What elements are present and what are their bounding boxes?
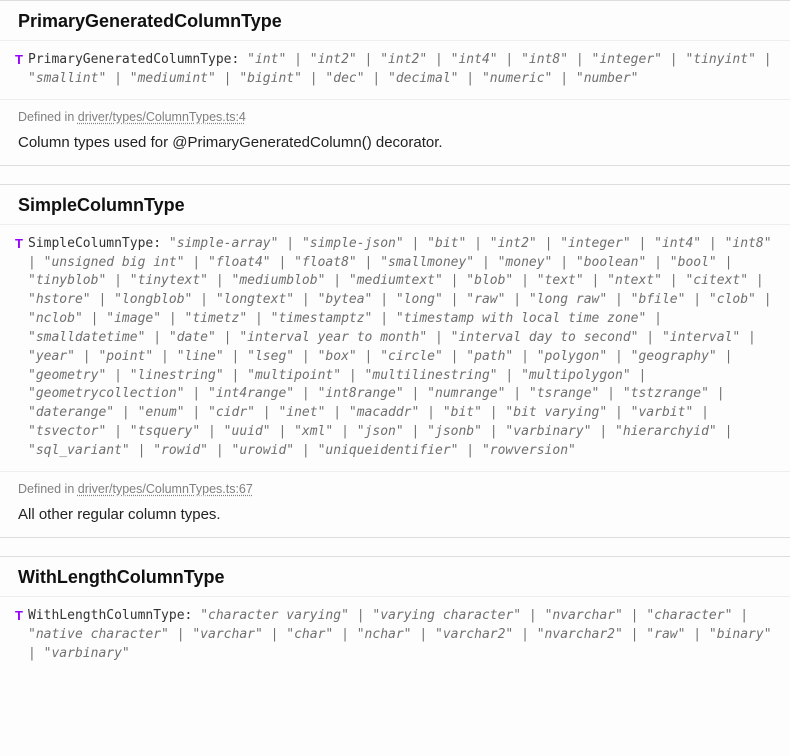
defined-in-row: Defined in driver/types/ColumnTypes.ts:6…	[0, 472, 790, 500]
type-section-withlength: WithLengthColumnType T WithLengthColumnT…	[0, 556, 790, 674]
signature-name: WithLengthColumnType	[28, 608, 185, 623]
type-section-primary: PrimaryGeneratedColumnType T PrimaryGene…	[0, 0, 790, 166]
defined-in-row: Defined in driver/types/ColumnTypes.ts:4	[0, 100, 790, 128]
type-section-simple: SimpleColumnType T SimpleColumnType: "si…	[0, 184, 790, 538]
defined-in-label: Defined in	[18, 482, 78, 496]
type-kind-icon: T	[12, 607, 26, 626]
type-signature: T PrimaryGeneratedColumnType: "int" | "i…	[0, 40, 790, 100]
type-description: All other regular column types.	[0, 500, 790, 537]
section-title: WithLengthColumnType	[18, 567, 772, 588]
defined-in-link[interactable]: driver/types/ColumnTypes.ts:4	[78, 110, 246, 124]
defined-in-link[interactable]: driver/types/ColumnTypes.ts:67	[78, 482, 253, 496]
section-header: PrimaryGeneratedColumnType	[0, 1, 790, 40]
type-signature: T SimpleColumnType: "simple-array" | "si…	[0, 224, 790, 472]
type-signature: T WithLengthColumnType: "character varyi…	[0, 596, 790, 674]
defined-in-label: Defined in	[18, 110, 78, 124]
type-kind-icon: T	[12, 51, 26, 70]
signature-name: PrimaryGeneratedColumnType	[28, 52, 232, 67]
section-title: SimpleColumnType	[18, 195, 772, 216]
type-kind-icon: T	[12, 235, 26, 254]
signature-name: SimpleColumnType	[28, 236, 153, 251]
signature-types: "simple-array" | "simple-json" | "bit" |…	[28, 236, 772, 458]
section-title: PrimaryGeneratedColumnType	[18, 11, 772, 32]
type-description: Column types used for @PrimaryGeneratedC…	[0, 128, 790, 165]
section-header: WithLengthColumnType	[0, 557, 790, 596]
section-header: SimpleColumnType	[0, 185, 790, 224]
